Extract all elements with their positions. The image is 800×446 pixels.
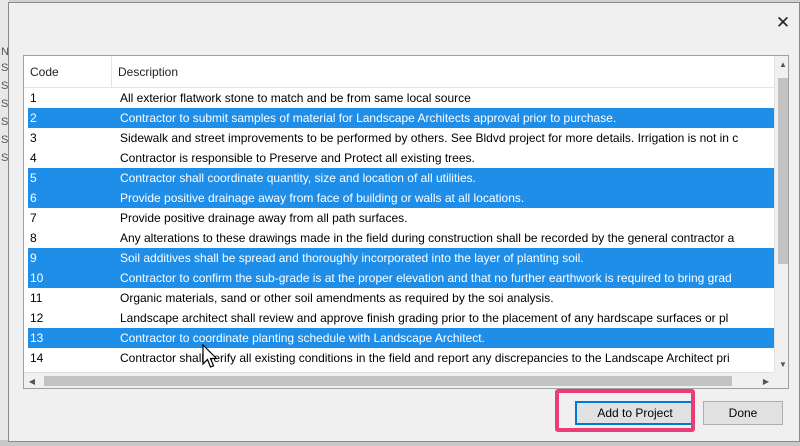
row-code: 13 xyxy=(30,331,44,345)
row-description: Contractor is responsible to Preserve an… xyxy=(120,151,475,165)
row-code: 11 xyxy=(30,291,43,305)
row-code: 10 xyxy=(30,271,44,285)
row-code: 2 xyxy=(30,111,37,125)
row-description: All exterior flatwork stone to match and… xyxy=(120,91,471,105)
row-description: Contractor to coordinate planting schedu… xyxy=(120,331,485,345)
table-row[interactable]: 5 Contractor shall coordinate quantity, s… xyxy=(28,168,774,188)
row-code: 9 xyxy=(30,251,37,265)
row-code: 3 xyxy=(30,131,37,145)
row-description: Organic materials, sand or other soil am… xyxy=(120,291,554,305)
column-header-description[interactable]: Description xyxy=(112,56,774,88)
horizontal-scroll-thumb[interactable] xyxy=(44,376,732,386)
list-header: Code Description xyxy=(24,56,774,88)
list-rows: 1 All exterior flatwork stone to match an… xyxy=(28,88,774,370)
scrollbar-corner xyxy=(774,372,788,388)
row-description: Any alterations to these drawings made i… xyxy=(120,231,735,245)
row-description: Contractor to confirm the sub-grade is a… xyxy=(120,271,732,285)
highlight-box xyxy=(555,389,695,432)
row-code: 6 xyxy=(30,191,37,205)
done-button[interactable]: Done xyxy=(703,401,783,425)
row-code: 5 xyxy=(30,171,37,185)
row-code: 12 xyxy=(30,311,44,325)
mouse-cursor-icon xyxy=(202,344,218,368)
scroll-up-icon[interactable]: ▲ xyxy=(775,56,788,72)
table-row[interactable]: 2 Contractor to submit samples of materia… xyxy=(28,108,774,128)
row-description: Contractor shall coordinate quantity, si… xyxy=(120,171,476,185)
vertical-scrollbar[interactable]: ▲ ▼ xyxy=(774,56,788,372)
table-row[interactable]: 3 Sidewalk and street improvements to be … xyxy=(28,128,774,148)
table-row[interactable]: 9 Soil additives shall be spread and thor… xyxy=(28,248,774,268)
vertical-scroll-thumb[interactable] xyxy=(778,78,788,264)
table-row[interactable]: 8 Any alterations to these drawings made … xyxy=(28,228,774,248)
row-description: Sidewalk and street improvements to be p… xyxy=(120,131,739,145)
close-icon[interactable]: ✕ xyxy=(769,11,797,35)
row-code: 7 xyxy=(30,211,37,225)
horizontal-scrollbar[interactable]: ◀ ▶ xyxy=(24,372,774,388)
scroll-down-icon[interactable]: ▼ xyxy=(775,356,788,372)
notes-dialog: ✕ Code Description 1 All exterior flatwor… xyxy=(8,2,800,442)
scroll-right-icon[interactable]: ▶ xyxy=(758,373,774,388)
row-code: 1 xyxy=(30,91,37,105)
table-row[interactable]: 4 Contractor is responsible to Preserve a… xyxy=(28,148,774,168)
row-code: 4 xyxy=(30,151,37,165)
row-code: 14 xyxy=(30,351,44,365)
column-header-code[interactable]: Code xyxy=(24,56,112,88)
row-description: Provide positive drainage away from face… xyxy=(120,191,525,205)
table-row[interactable]: 11 Organic materials, sand or other soil … xyxy=(28,288,774,308)
table-row[interactable]: 6 Provide positive drainage away from fac… xyxy=(28,188,774,208)
table-row[interactable]: 14 Contractor shall verify all existing c… xyxy=(28,348,774,368)
row-description: Contractor to submit samples of material… xyxy=(120,111,617,125)
table-row[interactable]: 1 All exterior flatwork stone to match an… xyxy=(28,88,774,108)
row-code: 8 xyxy=(30,231,37,245)
row-description: Provide positive drainage away from all … xyxy=(120,211,408,225)
row-description: Soil additives shall be spread and thoro… xyxy=(120,251,584,265)
table-row[interactable]: 12 Landscape architect shall review and a… xyxy=(28,308,774,328)
table-row[interactable]: 10 Contractor to confirm the sub-grade is… xyxy=(28,268,774,288)
table-row[interactable]: 13 Contractor to coordinate planting sche… xyxy=(28,328,774,348)
table-row[interactable]: 7 Provide positive drainage away from all… xyxy=(28,208,774,228)
scroll-left-icon[interactable]: ◀ xyxy=(24,373,40,388)
row-description: Landscape architect shall review and app… xyxy=(120,311,729,325)
notes-list[interactable]: Code Description 1 All exterior flatwork … xyxy=(23,55,789,389)
